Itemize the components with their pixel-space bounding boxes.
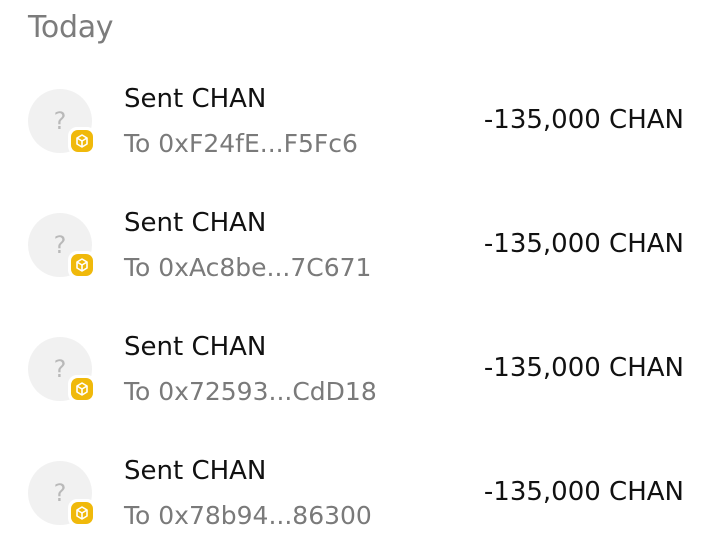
bnb-chain-icon — [68, 499, 96, 527]
transaction-amount: -135,000 CHAN — [483, 353, 684, 383]
bnb-chain-icon — [68, 127, 96, 155]
activity-panel: Today ? Sent CHAN To 0xF24fE...F5Fc6 -13… — [0, 0, 712, 560]
transaction-title: Sent CHAN — [124, 84, 267, 114]
transaction-amount: -135,000 CHAN — [483, 477, 684, 507]
transaction-row[interactable]: ? Sent CHAN To 0xF24fE...F5Fc6 -135,000 … — [0, 62, 712, 186]
transaction-recipient: To 0x78b94...86300 — [124, 501, 372, 530]
transaction-amount: -135,000 CHAN — [483, 229, 684, 259]
transaction-row[interactable]: ? Sent CHAN To 0x72593...CdD18 -135,000 … — [0, 310, 712, 434]
bnb-chain-icon — [68, 375, 96, 403]
transaction-list: ? Sent CHAN To 0xF24fE...F5Fc6 -135,000 … — [0, 62, 712, 558]
section-title: Today — [28, 10, 114, 45]
transaction-recipient: To 0xAc8be...7C671 — [124, 253, 372, 282]
transaction-title: Sent CHAN — [124, 456, 267, 486]
transaction-row[interactable]: ? Sent CHAN To 0x78b94...86300 -135,000 … — [0, 434, 712, 558]
transaction-row[interactable]: ? Sent CHAN To 0xAc8be...7C671 -135,000 … — [0, 186, 712, 310]
transaction-recipient: To 0x72593...CdD18 — [124, 377, 377, 406]
bnb-chain-icon — [68, 251, 96, 279]
transaction-amount: -135,000 CHAN — [483, 105, 684, 135]
transaction-title: Sent CHAN — [124, 332, 267, 362]
transaction-title: Sent CHAN — [124, 208, 267, 238]
transaction-recipient: To 0xF24fE...F5Fc6 — [124, 129, 358, 158]
